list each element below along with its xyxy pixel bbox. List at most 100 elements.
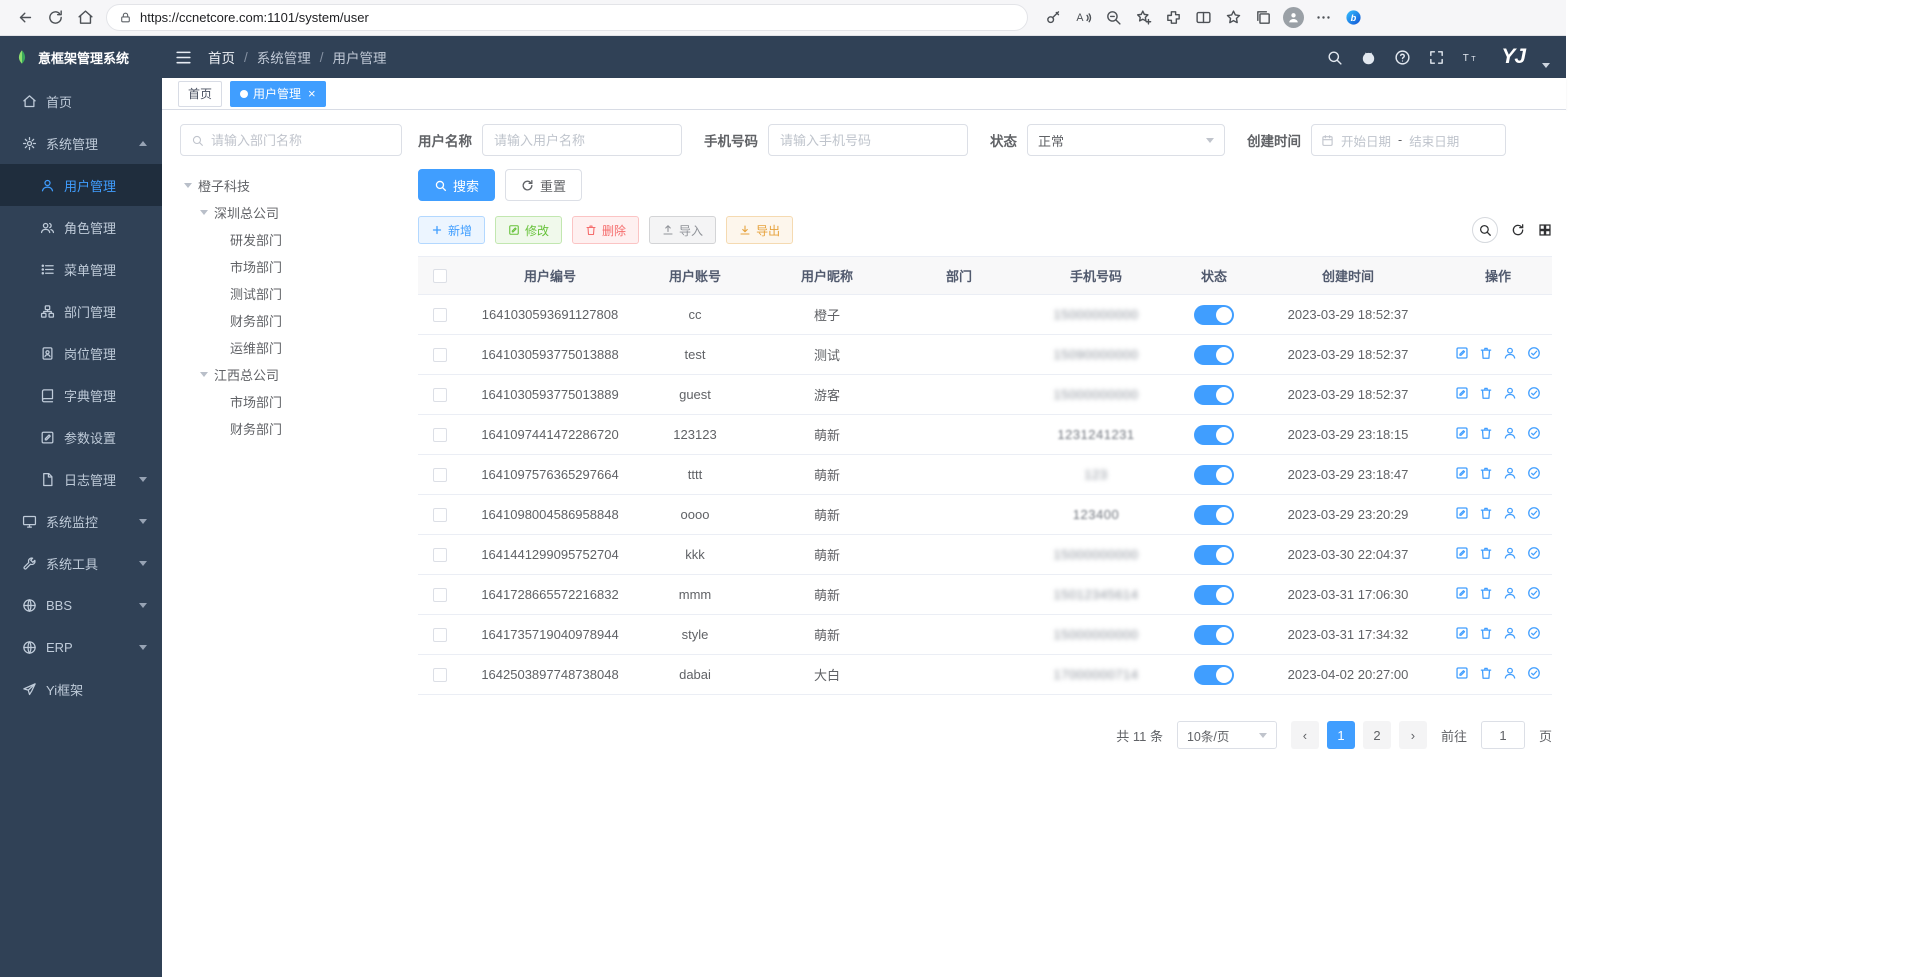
favorites-icon[interactable] [1218, 3, 1248, 33]
table-row[interactable]: 1641735719040978944 style 萌新 15000000000… [418, 615, 1552, 655]
page-button-2[interactable]: 2 [1363, 721, 1391, 749]
row-checkbox[interactable] [433, 668, 447, 682]
sidebar-item-home[interactable]: 首页 [0, 80, 162, 122]
font-size-icon[interactable]: TT [1462, 49, 1479, 66]
status-toggle[interactable] [1194, 385, 1234, 405]
row-checkbox[interactable] [433, 428, 447, 442]
reset-password-icon[interactable] [1503, 346, 1517, 360]
delete-icon[interactable] [1479, 626, 1493, 640]
select-all-checkbox[interactable] [433, 269, 447, 283]
tree-node[interactable]: 运维部门 [180, 334, 402, 361]
delete-icon[interactable] [1479, 386, 1493, 400]
edit-icon[interactable] [1455, 346, 1469, 360]
sidebar-item-system[interactable]: 系统管理 [0, 122, 162, 164]
tree-node[interactable]: 江西总公司 [180, 361, 402, 388]
copilot-icon[interactable]: b [1338, 3, 1368, 33]
table-row[interactable]: 1641030593775013888 test 测试 15090000000 … [418, 335, 1552, 375]
edit-icon[interactable] [1455, 466, 1469, 480]
assign-role-icon[interactable] [1527, 426, 1541, 440]
sidebar-item-erp[interactable]: ERP [0, 626, 162, 668]
caret-down-icon[interactable] [184, 183, 192, 188]
delete-icon[interactable] [1479, 506, 1493, 520]
caret-down-icon[interactable] [200, 210, 208, 215]
delete-icon[interactable] [1479, 546, 1493, 560]
table-row[interactable]: 1641098004586958848 oooo 萌新 123400 2023-… [418, 495, 1552, 535]
row-checkbox[interactable] [433, 348, 447, 362]
toggle-search-button[interactable] [1472, 217, 1498, 243]
status-select[interactable]: 正常 [1027, 124, 1225, 156]
row-checkbox[interactable] [433, 388, 447, 402]
username-input[interactable] [482, 124, 682, 156]
export-button[interactable]: 导出 [726, 216, 793, 244]
read-aloud-icon[interactable]: A [1068, 3, 1098, 33]
page-size-select[interactable]: 10条/页 [1177, 721, 1277, 749]
chevron-down-icon[interactable] [1542, 63, 1550, 68]
sidebar-item-posts[interactable]: 岗位管理 [0, 332, 162, 374]
add-button[interactable]: 新增 [418, 216, 485, 244]
status-toggle[interactable] [1194, 545, 1234, 565]
row-checkbox[interactable] [433, 548, 447, 562]
reset-password-icon[interactable] [1503, 466, 1517, 480]
sidebar-item-yi-framework[interactable]: Yi框架 [0, 668, 162, 710]
date-range-picker[interactable]: 开始日期 - 结束日期 [1311, 124, 1506, 156]
extensions-icon[interactable] [1158, 3, 1188, 33]
reset-password-icon[interactable] [1503, 506, 1517, 520]
split-screen-icon[interactable] [1188, 3, 1218, 33]
reset-password-icon[interactable] [1503, 626, 1517, 640]
sidebar-item-parameters[interactable]: 参数设置 [0, 416, 162, 458]
browser-refresh-icon[interactable] [40, 3, 70, 33]
assign-role-icon[interactable] [1527, 466, 1541, 480]
assign-role-icon[interactable] [1527, 346, 1541, 360]
tree-node[interactable]: 深圳总公司 [180, 199, 402, 226]
tree-node[interactable]: 橙子科技 [180, 172, 402, 199]
address-bar[interactable]: https://ccnetcore.com:1101/system/user [106, 4, 1028, 31]
delete-button[interactable]: 删除 [572, 216, 639, 244]
table-row[interactable]: 1641728665572216832 mmm 萌新 15012345614 2… [418, 575, 1552, 615]
search-button[interactable]: 搜索 [418, 169, 495, 201]
row-checkbox[interactable] [433, 308, 447, 322]
columns-grid-icon[interactable] [1538, 223, 1552, 237]
breadcrumb-home[interactable]: 首页 [208, 47, 235, 67]
assign-role-icon[interactable] [1527, 386, 1541, 400]
table-row[interactable]: 1641441299095752704 kkk 萌新 15000000000 2… [418, 535, 1552, 575]
row-checkbox[interactable] [433, 468, 447, 482]
password-key-icon[interactable] [1038, 3, 1068, 33]
favorites-add-icon[interactable] [1128, 3, 1158, 33]
breadcrumb-system[interactable]: 系统管理 [257, 47, 311, 67]
sidebar-item-users[interactable]: 用户管理 [0, 164, 162, 206]
status-toggle[interactable] [1194, 305, 1234, 325]
tree-node[interactable]: 市场部门 [180, 253, 402, 280]
sidebar-item-tools[interactable]: 系统工具 [0, 542, 162, 584]
sidebar-item-logs[interactable]: 日志管理 [0, 458, 162, 500]
phone-input[interactable] [768, 124, 968, 156]
page-button-1[interactable]: 1 [1327, 721, 1355, 749]
collections-icon[interactable] [1248, 3, 1278, 33]
tree-node[interactable]: 财务部门 [180, 307, 402, 334]
browser-back-icon[interactable] [10, 3, 40, 33]
table-row[interactable]: 1641030593775013889 guest 游客 15000000000… [418, 375, 1552, 415]
status-toggle[interactable] [1194, 585, 1234, 605]
edit-icon[interactable] [1455, 426, 1469, 440]
status-toggle[interactable] [1194, 425, 1234, 445]
refresh-table-icon[interactable] [1511, 223, 1525, 237]
url-text[interactable]: https://ccnetcore.com:1101/system/user [140, 10, 369, 25]
github-icon[interactable] [1360, 49, 1377, 66]
user-avatar-logo[interactable]: YJ [1501, 45, 1525, 69]
row-checkbox[interactable] [433, 628, 447, 642]
sidebar-item-dictionary[interactable]: 字典管理 [0, 374, 162, 416]
assign-role-icon[interactable] [1527, 586, 1541, 600]
help-icon[interactable] [1394, 49, 1411, 66]
browser-menu-icon[interactable] [1308, 3, 1338, 33]
assign-role-icon[interactable] [1527, 506, 1541, 520]
edit-icon[interactable] [1455, 586, 1469, 600]
status-toggle[interactable] [1194, 505, 1234, 525]
reset-password-icon[interactable] [1503, 546, 1517, 560]
reset-password-icon[interactable] [1503, 386, 1517, 400]
edit-icon[interactable] [1455, 386, 1469, 400]
sidebar-item-departments[interactable]: 部门管理 [0, 290, 162, 332]
edit-button[interactable]: 修改 [495, 216, 562, 244]
edit-icon[interactable] [1455, 506, 1469, 520]
zoom-icon[interactable] [1098, 3, 1128, 33]
reset-password-icon[interactable] [1503, 426, 1517, 440]
prev-page-button[interactable]: ‹ [1291, 721, 1319, 749]
